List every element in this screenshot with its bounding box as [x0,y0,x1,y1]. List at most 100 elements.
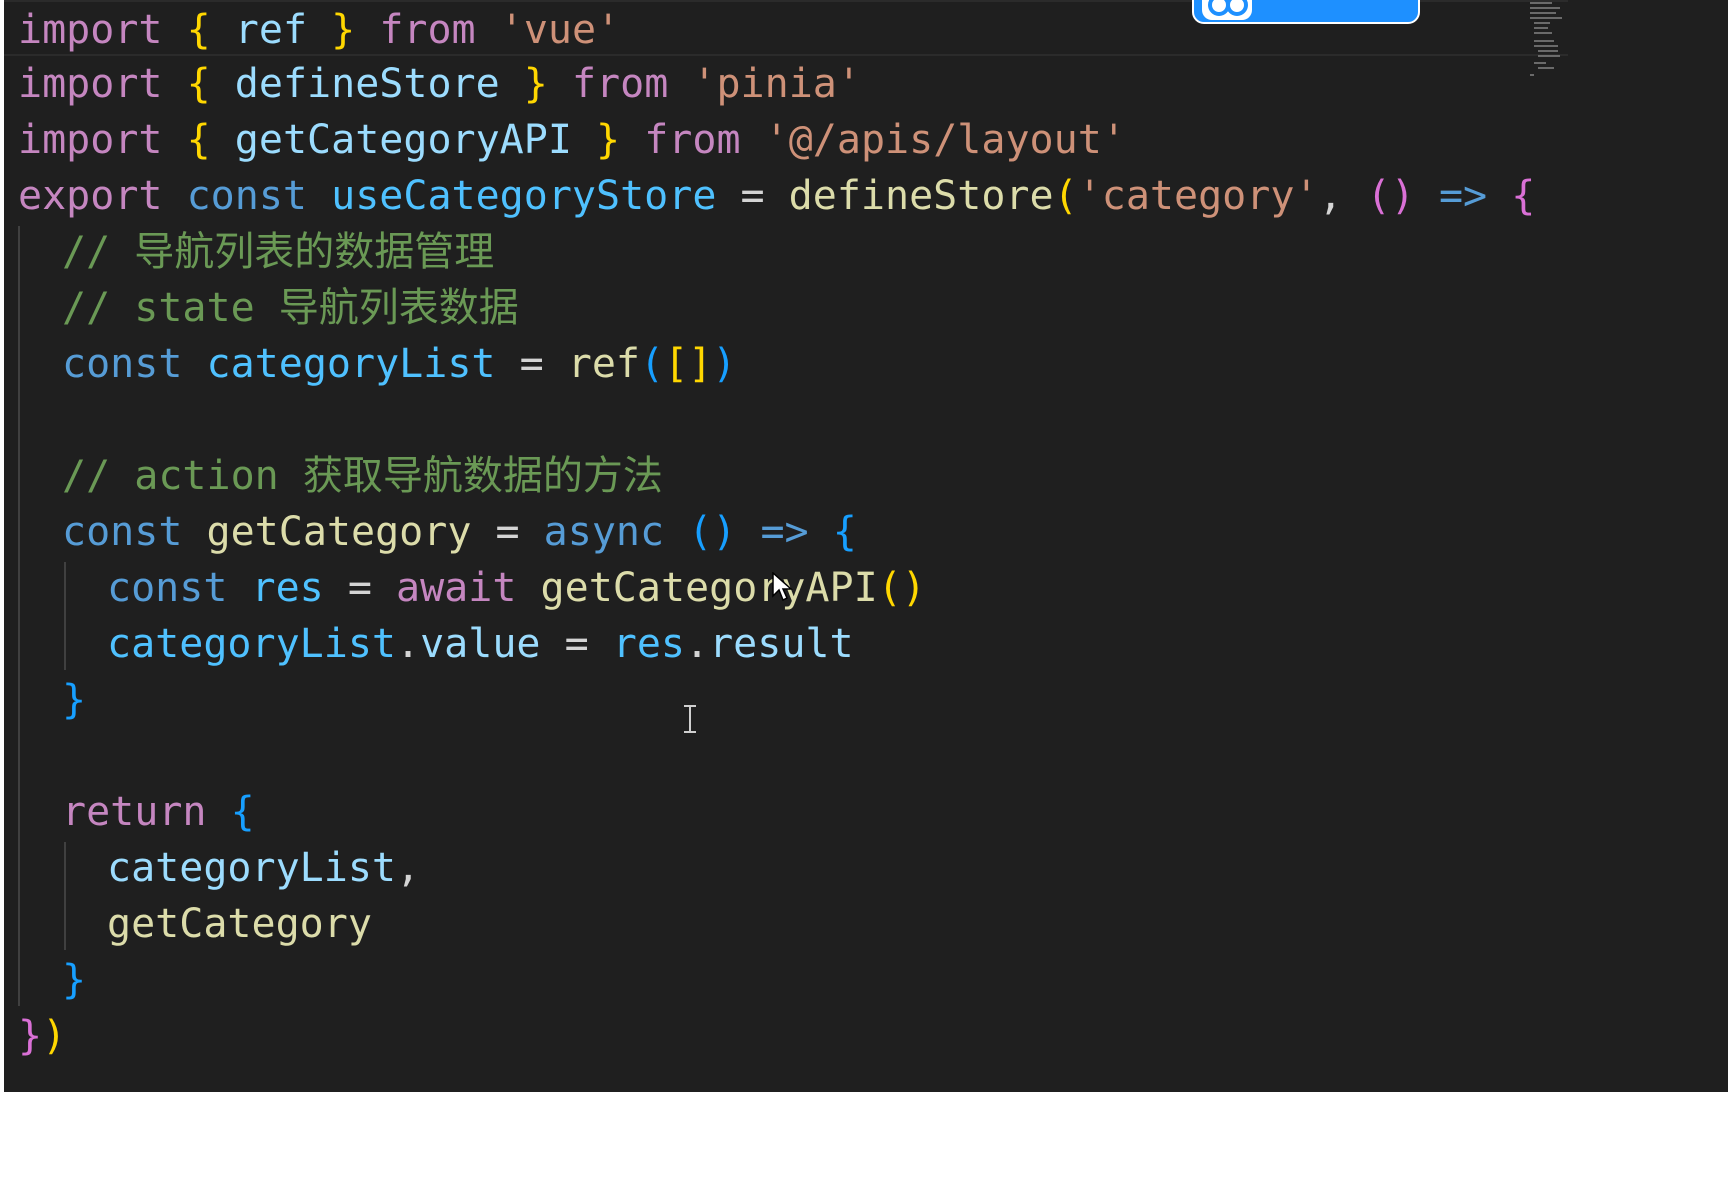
code-token: getCategoryAPI [540,565,878,611]
code-token: { [186,61,211,107]
code-token: getCategory [206,509,472,555]
code-line[interactable]: getCategory [4,896,1568,952]
code-token: defineStore [234,61,500,107]
code-token: () [688,509,737,555]
code-token: => [760,509,809,555]
code-token: . [395,621,421,667]
code-token: () [1366,173,1415,219]
code-token: const [186,173,308,219]
indent-guide [64,842,66,950]
code-token: 'pinia' [692,61,861,107]
code-line[interactable]: export const useCategoryStore = defineSt… [4,168,1568,224]
code-token: '@/apis/layout' [764,117,1126,163]
code-token: { [832,509,857,555]
code-token: . [685,621,710,667]
code-line[interactable]: } [4,952,1568,1008]
code-token: 'vue' [499,7,621,53]
code-token: ) [42,1013,67,1059]
code-token: export [18,173,163,219]
code-token: () [877,565,926,611]
code-token: const [62,509,183,555]
code-token: = [540,621,613,667]
mouse-pointer-icon [772,572,793,602]
code-token: = [495,341,568,387]
code-token: ( [640,341,665,387]
code-editor[interactable]: import { ref } from 'vue' import { define… [4,0,1728,1092]
code-token: const [107,565,228,611]
code-token: getCategory [107,901,372,947]
code-line[interactable]: import { getCategoryAPI } from '@/apis/l… [4,112,1568,168]
minimap[interactable] [1528,0,1564,80]
code-token: 'category' [1077,173,1319,219]
code-token: from [644,117,741,163]
code-token: // action 获取导航数据的方法 [62,453,663,499]
code-token: { [186,7,211,53]
code-token: // 导航列表的数据管理 [62,229,495,275]
code-area[interactable]: import { ref } from 'vue' import { define… [4,0,1568,1064]
code-line[interactable]: // action 获取导航数据的方法 [4,448,1568,504]
code-token: } [62,677,87,723]
code-line[interactable]: // state 导航列表数据 [4,280,1568,336]
code-token: res [251,565,324,611]
code-token: } [331,7,356,53]
code-token: defineStore [788,173,1054,219]
code-token: from [379,7,476,53]
indent-guide [18,226,20,1006]
code-token: res [612,621,685,667]
code-line[interactable]: // 导航列表的数据管理 [4,224,1568,280]
code-token: import [18,61,163,107]
code-token: } [62,957,87,1003]
code-token: ref [567,341,640,387]
code-token: useCategoryStore [331,173,717,219]
code-token: = [716,173,789,219]
code-token: value [420,621,541,667]
code-token: ( [1053,173,1078,219]
code-line[interactable]: } [4,672,1568,728]
code-line[interactable]: const getCategory = async () => { [4,504,1568,560]
code-token: const [62,341,183,387]
infinity-icon [1202,0,1252,20]
code-token: from [571,61,669,107]
code-token: } [18,1013,43,1059]
code-line[interactable] [4,392,1568,448]
code-token: [] [664,341,713,387]
code-token: , [1318,173,1367,219]
code-line[interactable]: categoryList.value = res.result [4,616,1568,672]
code-token: async [543,509,665,555]
code-line[interactable] [4,728,1568,784]
code-token: result [709,621,854,667]
indent-guide [64,562,66,670]
code-line[interactable]: import { defineStore } from 'pinia' [4,56,1568,112]
code-token: = [323,565,397,611]
code-token: categoryList [107,621,396,667]
code-line[interactable]: const categoryList = ref([]) [4,336,1568,392]
code-line[interactable]: categoryList, [4,840,1568,896]
text-cursor-icon [684,705,696,733]
code-line[interactable]: }) [4,1008,1568,1064]
code-token: ) [712,341,737,387]
code-line[interactable]: return { [4,784,1568,840]
floating-toolbar-button[interactable] [1192,0,1420,24]
code-token: categoryList [107,845,396,891]
